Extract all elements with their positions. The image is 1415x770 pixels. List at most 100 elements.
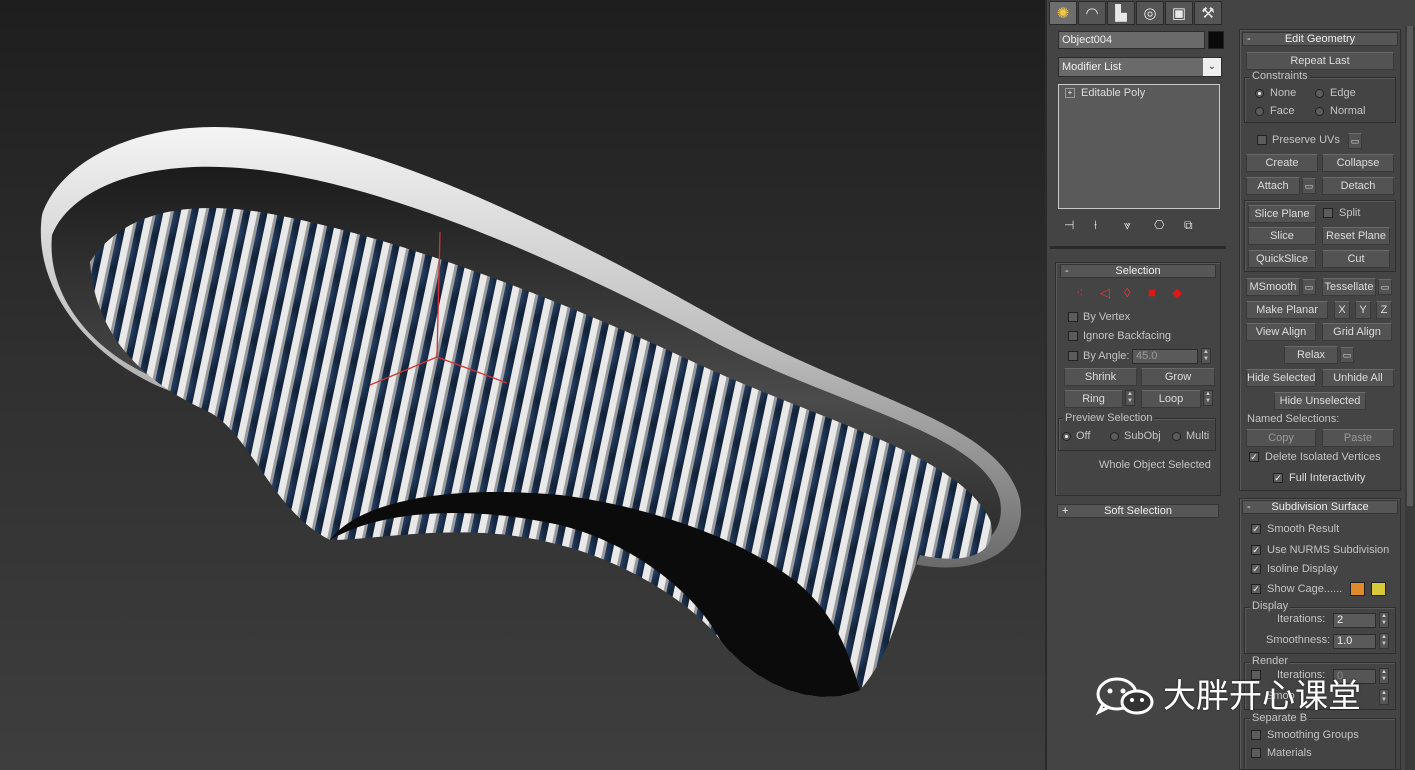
preview-subobj-radio[interactable]	[1110, 432, 1119, 441]
planar-x-button[interactable]: X	[1334, 301, 1350, 319]
utilities-tab[interactable]: ⚒	[1194, 1, 1222, 25]
element-level-icon[interactable]: ◆	[1172, 285, 1182, 301]
soft-selection-rollout-header[interactable]: + Soft Selection	[1057, 504, 1219, 518]
stack-item-label: Editable Poly	[1081, 87, 1146, 99]
reset-plane-button[interactable]: Reset Plane	[1322, 227, 1390, 245]
view-align-button[interactable]: View Align	[1246, 323, 1316, 341]
loop-spinner[interactable]: ▲ ▼	[1203, 390, 1213, 406]
edge-level-icon[interactable]: ◁	[1100, 285, 1110, 301]
object-name-field[interactable]: Object004	[1058, 31, 1205, 49]
stack-item-editable-poly[interactable]: + Editable Poly	[1059, 85, 1219, 101]
attach-settings-button[interactable]: ▭	[1302, 178, 1316, 194]
hide-unselected-button[interactable]: Hide Unselected	[1274, 392, 1366, 410]
hide-selected-button[interactable]: Hide Selected	[1246, 369, 1316, 387]
panel-scrollbar[interactable]	[1405, 26, 1415, 770]
cage-color-swatch-1[interactable]	[1350, 582, 1365, 596]
collapse-button[interactable]: Collapse	[1322, 154, 1394, 172]
by-vertex-checkbox[interactable]	[1068, 312, 1078, 322]
loop-button[interactable]: Loop	[1141, 390, 1201, 408]
by-angle-input[interactable]: 45.0	[1132, 349, 1198, 364]
render-iterations-spinner[interactable]: ▲ ▼	[1379, 668, 1389, 684]
configure-modifier-sets-icon[interactable]: ⧉	[1184, 218, 1193, 233]
object-color-swatch[interactable]	[1208, 31, 1224, 49]
grid-align-button[interactable]: Grid Align	[1322, 323, 1392, 341]
constraint-normal-radio[interactable]	[1315, 107, 1324, 116]
pin-stack-icon[interactable]: ⊣	[1064, 218, 1074, 232]
modifier-list-dropdown[interactable]: Modifier List ⌄	[1058, 57, 1222, 77]
smooth-result-checkbox[interactable]: ✓	[1251, 524, 1261, 534]
render-smoothness-spinner[interactable]: ▲ ▼	[1379, 689, 1389, 705]
relax-settings-button[interactable]: ▭	[1340, 347, 1354, 363]
ignore-backfacing-checkbox[interactable]	[1068, 331, 1078, 341]
copy-button[interactable]: Copy	[1246, 429, 1316, 447]
show-end-result-icon[interactable]: ⍿	[1094, 218, 1097, 233]
motion-tab[interactable]: ◎	[1136, 1, 1164, 25]
tessellate-button[interactable]: Tessellate	[1322, 278, 1376, 296]
display-iterations-spinner[interactable]: ▲ ▼	[1379, 612, 1389, 628]
perspective-viewport[interactable]	[0, 0, 1045, 770]
constraint-face-label: Face	[1270, 105, 1295, 117]
delete-isolated-checkbox[interactable]: ✓	[1249, 452, 1259, 462]
remove-modifier-icon[interactable]: ⎔	[1154, 218, 1164, 232]
preview-off-radio[interactable]	[1062, 432, 1071, 441]
msmooth-settings-button[interactable]: ▭	[1302, 279, 1316, 295]
command-panel-tabs: ✺ ◠ ▙ ◎ ▣ ⚒	[1049, 1, 1222, 25]
by-angle-spinner[interactable]: ▲ ▼	[1201, 348, 1211, 364]
detach-button[interactable]: Detach	[1322, 177, 1394, 195]
smoothing-groups-checkbox[interactable]	[1251, 730, 1261, 740]
constraint-face-radio[interactable]	[1255, 107, 1264, 116]
modifier-stack-list[interactable]: + Editable Poly	[1058, 84, 1220, 209]
expand-icon[interactable]: +	[1065, 88, 1075, 98]
collapse-icon: -	[1247, 501, 1251, 513]
slice-button[interactable]: Slice	[1248, 227, 1316, 245]
constraint-edge-radio[interactable]	[1315, 89, 1324, 98]
preview-multi-radio[interactable]	[1172, 432, 1181, 441]
selection-rollout-header[interactable]: - Selection	[1060, 264, 1216, 278]
make-unique-icon[interactable]: ⩔	[1124, 218, 1131, 233]
repeat-last-button[interactable]: Repeat Last	[1246, 52, 1394, 70]
edit-geometry-rollout-header[interactable]: - Edit Geometry	[1242, 32, 1398, 46]
grow-button[interactable]: Grow	[1141, 368, 1215, 386]
make-planar-button[interactable]: Make Planar	[1246, 301, 1328, 319]
planar-y-button[interactable]: Y	[1355, 301, 1371, 319]
create-tab[interactable]: ✺	[1049, 1, 1077, 25]
constraint-none-radio[interactable]	[1255, 89, 1264, 98]
isoline-display-checkbox[interactable]: ✓	[1251, 564, 1261, 574]
planar-z-button[interactable]: Z	[1376, 301, 1392, 319]
full-interactivity-checkbox[interactable]: ✓	[1273, 473, 1283, 483]
create-button[interactable]: Create	[1246, 154, 1318, 172]
polygon-level-icon[interactable]: ■	[1148, 285, 1156, 300]
border-level-icon[interactable]: ◊	[1124, 285, 1130, 300]
relax-button[interactable]: Relax	[1284, 346, 1338, 364]
display-smoothness-spinner[interactable]: ▲ ▼	[1379, 633, 1389, 649]
tessellate-settings-button[interactable]: ▭	[1378, 279, 1392, 295]
shrink-button[interactable]: Shrink	[1064, 368, 1137, 386]
cage-color-swatch-2[interactable]	[1371, 582, 1386, 596]
paste-button[interactable]: Paste	[1322, 429, 1394, 447]
display-tab[interactable]: ▣	[1165, 1, 1193, 25]
unhide-all-button[interactable]: Unhide All	[1322, 369, 1394, 387]
vertex-level-icon[interactable]: ⁖	[1076, 285, 1084, 301]
ring-spinner[interactable]: ▲ ▼	[1125, 390, 1135, 406]
display-iterations-input[interactable]: 2	[1333, 613, 1376, 628]
hierarchy-tab[interactable]: ▙	[1107, 1, 1135, 25]
msmooth-button[interactable]: MSmooth	[1246, 278, 1300, 296]
modify-tab[interactable]: ◠	[1078, 1, 1106, 25]
ring-button[interactable]: Ring	[1064, 390, 1123, 408]
quickslice-button[interactable]: QuickSlice	[1248, 250, 1316, 268]
preserve-uvs-checkbox[interactable]	[1257, 135, 1267, 145]
by-angle-checkbox[interactable]	[1068, 351, 1078, 361]
preserve-uvs-settings-button[interactable]: ▭	[1348, 133, 1362, 149]
use-nurms-checkbox[interactable]: ✓	[1251, 545, 1261, 555]
attach-button[interactable]: Attach	[1246, 177, 1300, 195]
isoline-display-label: Isoline Display	[1267, 563, 1338, 575]
cut-button[interactable]: Cut	[1322, 250, 1390, 268]
split-checkbox[interactable]	[1323, 208, 1333, 218]
show-cage-checkbox[interactable]: ✓	[1251, 584, 1261, 594]
materials-checkbox[interactable]	[1251, 748, 1261, 758]
slice-plane-button[interactable]: Slice Plane	[1248, 205, 1316, 223]
chevron-down-icon[interactable]: ⌄	[1203, 58, 1221, 76]
subdivision-surface-rollout-header[interactable]: - Subdivision Surface	[1242, 500, 1398, 514]
scrollbar-thumb[interactable]	[1407, 26, 1413, 506]
display-smoothness-input[interactable]: 1.0	[1333, 634, 1376, 649]
